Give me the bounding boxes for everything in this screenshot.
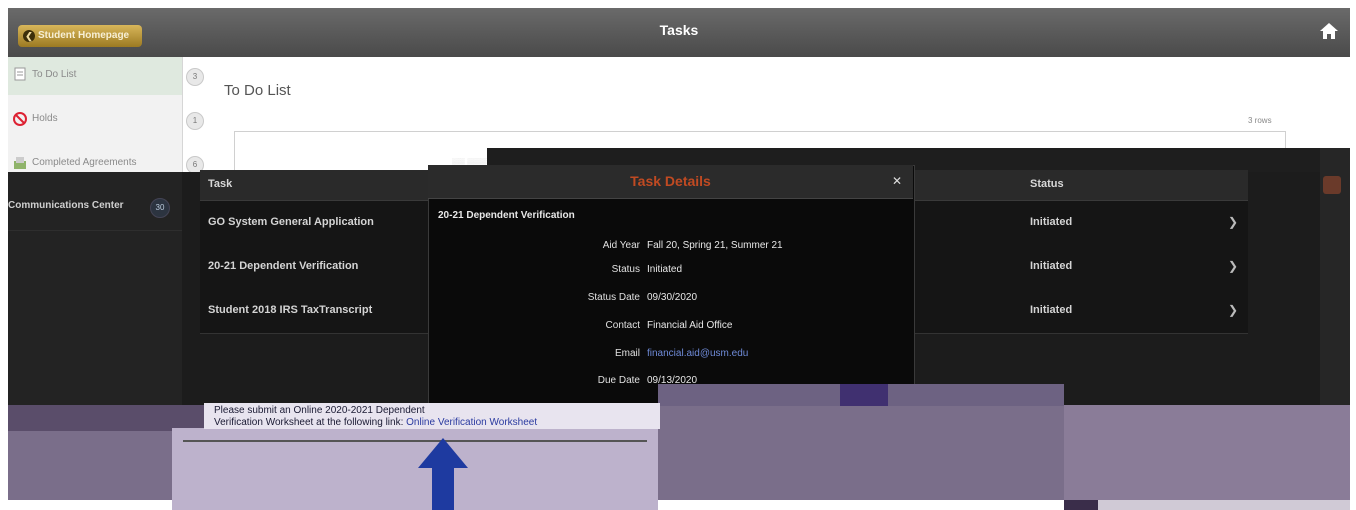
task-name: Student 2018 IRS TaxTranscript — [208, 304, 373, 316]
count-badge: 1 — [186, 112, 204, 130]
instruction-text: Please submit an Online 2020-2021 Depend… — [214, 405, 654, 429]
field-label-status: Status — [611, 264, 640, 275]
email-link[interactable]: financial.aid@usm.edu — [647, 348, 748, 359]
render-artifact — [840, 384, 888, 406]
arrow-up-icon — [418, 438, 468, 468]
row-count: 3 rows — [1248, 116, 1272, 125]
sidebar-item-label: Communications Center — [8, 200, 124, 211]
divider — [183, 440, 647, 442]
arrow-shaft — [432, 465, 454, 510]
page-header-title: Tasks — [659, 22, 699, 38]
agreement-icon — [14, 157, 26, 169]
app-icon[interactable] — [1323, 176, 1341, 194]
field-value-status: Initiated — [647, 264, 683, 275]
close-icon[interactable]: ✕ — [892, 174, 902, 188]
sidebar-item-holds[interactable]: Holds 1 — [8, 101, 204, 139]
sidebar: To Do List 3 Holds 1 Completed Agreement… — [8, 57, 204, 174]
field-value-contact: Financial Aid Office — [647, 320, 733, 331]
count-badge: 30 — [150, 198, 170, 218]
sidebar-item-label: Completed Agreements — [32, 157, 137, 168]
top-bar: ❮ Student Homepage Tasks — [8, 8, 1350, 57]
task-status: Initiated — [1030, 304, 1073, 316]
chevron-right-icon: ❯ — [1228, 259, 1239, 273]
column-header-task[interactable]: Task — [208, 178, 232, 190]
lower-right-footer — [1098, 500, 1350, 510]
task-name: 20-21 Dependent Verification — [208, 260, 359, 272]
count-badge: 3 — [186, 68, 204, 86]
task-name: GO System General Application — [208, 216, 374, 228]
field-label-due-date: Due Date — [597, 375, 640, 386]
chevron-right-icon: ❯ — [1228, 303, 1239, 317]
instruction-line-1: Please submit an Online 2020-2021 Depend… — [214, 405, 425, 416]
field-label-aid-year: Aid Year — [602, 240, 640, 251]
chevron-right-icon: ❯ — [1228, 215, 1239, 229]
field-value-status-date: 09/30/2020 — [647, 292, 698, 303]
no-entry-icon — [13, 112, 27, 126]
column-header-status[interactable]: Status — [1030, 178, 1064, 190]
field-label-status-date: Status Date — [587, 292, 640, 303]
sidebar-item-label: Holds — [32, 113, 58, 124]
lower-right-panel — [1064, 405, 1350, 500]
task-status: Initiated — [1030, 216, 1073, 228]
home-icon[interactable] — [1318, 20, 1340, 42]
task-details-dialog — [428, 165, 915, 407]
dialog-title: Task Details — [630, 173, 711, 189]
task-status: Initiated — [1030, 260, 1073, 272]
field-value-aid-year: Fall 20, Spring 21, Summer 21 — [647, 240, 783, 251]
field-label-contact: Contact — [605, 320, 640, 331]
sidebar-item-label: To Do List — [32, 69, 77, 80]
field-label-email: Email — [614, 348, 640, 359]
instruction-line-2: Verification Worksheet at the following … — [214, 417, 404, 428]
dialog-subtitle: 20-21 Dependent Verification — [438, 210, 575, 221]
checklist-icon — [14, 67, 26, 81]
sidebar-item-to-do-list[interactable]: To Do List 3 — [8, 57, 204, 95]
lower-right-corner — [1064, 500, 1098, 510]
page-title: To Do List — [224, 82, 291, 99]
online-verification-worksheet-link[interactable]: Online Verification Worksheet — [406, 417, 537, 428]
